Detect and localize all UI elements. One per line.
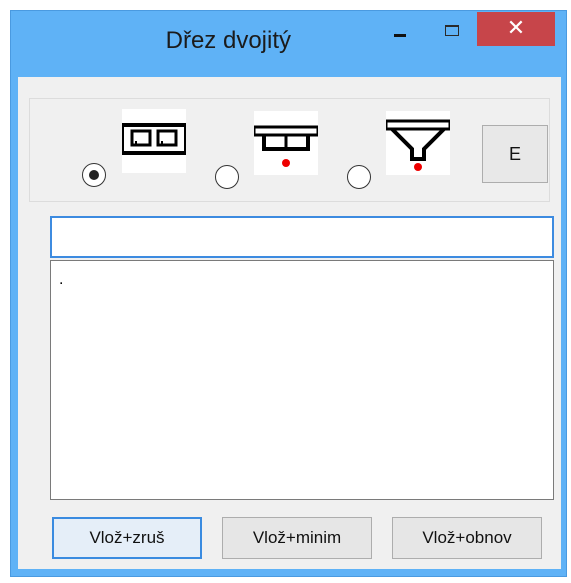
options-group: E [29, 98, 550, 202]
insert-restore-button[interactable]: Vlož+obnov [392, 517, 542, 559]
window-title: Dřez dvojitý [165, 27, 291, 54]
insert-close-button[interactable]: Vlož+zruš [52, 517, 202, 559]
radio-double-sink[interactable] [82, 163, 106, 187]
funnel-sink-icon [384, 111, 452, 175]
maximize-icon [445, 25, 459, 36]
client-area: E . Vlož+zruš Vlož+minim Vlož+obnov [18, 77, 561, 569]
single-line-input[interactable] [50, 216, 554, 258]
radio-funnel-sink[interactable] [347, 165, 371, 189]
double-sink-icon [120, 109, 188, 173]
close-button[interactable]: ✕ [477, 12, 555, 46]
radio-sink-drain[interactable] [215, 165, 239, 189]
sink-with-drain-icon [252, 111, 320, 175]
radio-selected-dot [89, 170, 99, 180]
minimize-button[interactable] [383, 11, 429, 47]
multi-line-textarea[interactable]: . [50, 260, 554, 500]
close-icon: ✕ [506, 16, 526, 41]
maximize-button[interactable] [430, 11, 476, 47]
insert-minimize-button[interactable]: Vlož+minim [222, 517, 372, 559]
minimize-icon [394, 34, 406, 37]
title-bar[interactable]: Dřez dvojitý ✕ [11, 11, 566, 71]
e-button[interactable]: E [482, 125, 548, 183]
